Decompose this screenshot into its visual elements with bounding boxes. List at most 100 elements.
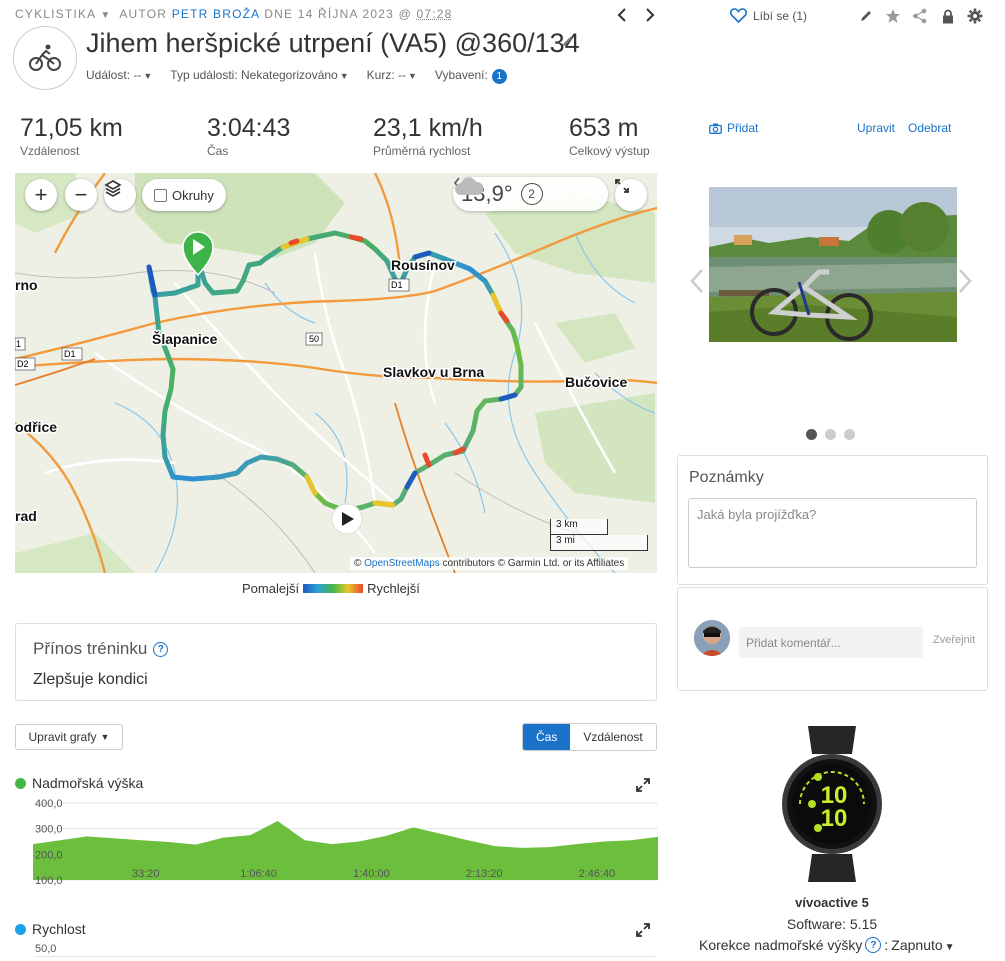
speed-color-dot <box>15 923 26 935</box>
finish-marker-icon <box>331 503 363 535</box>
like-count: Líbí se (1) <box>753 8 808 23</box>
pencil-icon <box>562 36 573 47</box>
notes-textarea[interactable]: Jaká byla projížďka? <box>688 498 977 568</box>
place-label-bucovice: Bučovice <box>565 374 627 390</box>
author-link[interactable]: PETR BROŽA <box>172 7 260 21</box>
caret-down-icon: ▼ <box>100 732 110 742</box>
add-photo-button[interactable]: Přidat <box>709 121 758 135</box>
previous-activity-button[interactable] <box>612 4 632 26</box>
place-label-modrice: odřice <box>15 419 57 435</box>
expand-elevation-chart-button[interactable] <box>636 778 650 792</box>
event-type-dropdown[interactable]: Typ události: Nekategorizováno ▼ <box>170 68 348 84</box>
elevation-y-tick: 100,0 <box>35 875 63 887</box>
edit-button[interactable] <box>857 7 875 25</box>
axis-distance-button[interactable]: Vzdálenost <box>570 724 656 750</box>
activity-title: Jihem heršpické utrpení (VA5) @360/134 <box>86 28 580 58</box>
elevation-x-tick: 1:40:00 <box>353 868 390 880</box>
photo-next-button[interactable] <box>958 268 972 301</box>
gear-selector[interactable]: Vybavení: 1 <box>435 68 507 84</box>
chevron-right-icon <box>646 8 655 22</box>
pencil-icon <box>861 11 871 21</box>
time-label[interactable]: 07:28 <box>417 7 453 21</box>
category-dropdown-icon[interactable]: ▼ <box>100 10 111 21</box>
edit-title-button[interactable] <box>561 35 574 53</box>
activity-photo[interactable] <box>709 187 957 342</box>
user-avatar <box>694 620 730 656</box>
fullscreen-button[interactable] <box>615 179 647 211</box>
next-activity-button[interactable] <box>640 4 660 26</box>
photo-dot-1[interactable] <box>806 429 817 440</box>
stat-avg-speed: 23,1 km/h Průměrná rychlost <box>373 114 483 158</box>
map-canvas: 1 D1 D2 50 D1 rno Šlapanice Slavkov u Br… <box>15 173 657 573</box>
osm-link[interactable]: OpenStreetMaps <box>364 558 440 569</box>
road-label-d1-c: D1 <box>391 280 403 290</box>
place-label-slapanice: Šlapanice <box>152 330 218 347</box>
comment-input[interactable]: Přidat komentář... <box>739 627 923 658</box>
elevation-y-tick: 300,0 <box>35 824 63 836</box>
road-label-50: 50 <box>309 334 319 344</box>
chevron-right-icon <box>959 269 972 293</box>
elevation-x-tick: 33:20 <box>132 868 160 880</box>
notes-card: Poznámky Jaká byla projížďka? <box>677 455 988 585</box>
photo-dot-3[interactable] <box>844 429 855 440</box>
elevation-x-tick: 2:46:40 <box>579 868 616 880</box>
category-label[interactable]: CYKLISTIKA <box>15 7 96 21</box>
star-icon <box>886 9 900 23</box>
course-dropdown[interactable]: Kurz: -- ▼ <box>367 68 417 84</box>
photo-pagination <box>806 429 855 440</box>
elevation-x-tick: 1:06:40 <box>240 868 277 880</box>
help-icon[interactable]: ? <box>865 937 882 953</box>
layers-button[interactable] <box>104 179 136 211</box>
laps-checkbox[interactable] <box>154 188 167 202</box>
zoom-in-button[interactable]: + <box>25 179 57 211</box>
expand-icon <box>615 179 629 193</box>
photo-prev-button[interactable] <box>690 268 704 301</box>
cloud-icon <box>455 177 484 195</box>
date-label: DNE 14 ŘÍJNA 2023 @ <box>264 7 412 21</box>
photo-dot-2[interactable] <box>825 429 836 440</box>
stat-elevation-gain: 653 m Celkový výstup <box>569 114 650 158</box>
speed-chart-title: Rychlost <box>32 921 86 937</box>
elevation-correction-dropdown[interactable]: Zapnuto ▼ <box>891 937 954 953</box>
laps-toggle[interactable]: Okruhy <box>142 179 226 211</box>
elevation-x-tick: 2:13:20 <box>466 868 503 880</box>
expand-icon <box>636 923 650 937</box>
road-label-d1-a: 1 <box>16 339 21 349</box>
minus-icon: − <box>74 182 88 207</box>
help-icon[interactable]: ? <box>153 641 169 657</box>
post-comment-button[interactable]: Zveřejnit <box>933 634 975 646</box>
zoom-out-button[interactable]: − <box>65 179 97 211</box>
chart-axis-toggle: Čas Vzdálenost <box>522 723 657 751</box>
speed-gridline <box>35 956 655 957</box>
elevation-color-dot <box>15 777 26 789</box>
elevation-correction: Korekce nadmořské výšky ?: Zapnuto ▼ <box>699 937 955 953</box>
remove-photo-link[interactable]: Odebrat <box>908 121 951 135</box>
edit-photo-link[interactable]: Upravit <box>857 121 895 135</box>
favorite-button[interactable] <box>884 7 902 25</box>
event-dropdown[interactable]: Událost: -- ▼ <box>86 68 152 84</box>
edit-charts-button[interactable]: Upravit grafy ▼ <box>15 724 123 750</box>
watch-minute: 10 <box>821 805 848 832</box>
comment-card: Přidat komentář... Zveřejnit <box>677 587 988 691</box>
elevation-chart[interactable]: 400,0 300,0 200,0 100,0 33:20 1:06:40 1:40:00 2… <box>15 795 660 887</box>
lock-icon <box>943 9 953 23</box>
settings-button[interactable] <box>966 7 984 25</box>
axis-time-button[interactable]: Čas <box>523 724 571 750</box>
place-label-slavkov: Slavkov u Brna <box>383 364 484 380</box>
camera-icon <box>709 123 722 134</box>
stat-time: 3:04:43 Čas <box>207 114 291 158</box>
activity-type-icon-circle <box>13 26 77 90</box>
layers-icon <box>104 180 122 197</box>
device-name[interactable]: vívoactive 5 <box>682 895 982 910</box>
expand-speed-chart-button[interactable] <box>636 923 650 937</box>
speed-y-tick: 50,0 <box>35 943 57 955</box>
share-button[interactable] <box>911 7 929 25</box>
device-image: 10 10 <box>782 724 882 889</box>
route-map[interactable]: 1 D1 D2 50 D1 rno Šlapanice Slavkov u Br… <box>15 173 657 573</box>
elevation-y-tick: 400,0 <box>35 798 63 810</box>
plus-icon: + <box>34 182 48 207</box>
wind-indicator: 2 <box>520 183 543 205</box>
like-button[interactable]: Líbí se (1) <box>730 8 807 23</box>
privacy-button[interactable] <box>939 7 957 25</box>
scale-mi: 3 mi <box>550 535 648 551</box>
